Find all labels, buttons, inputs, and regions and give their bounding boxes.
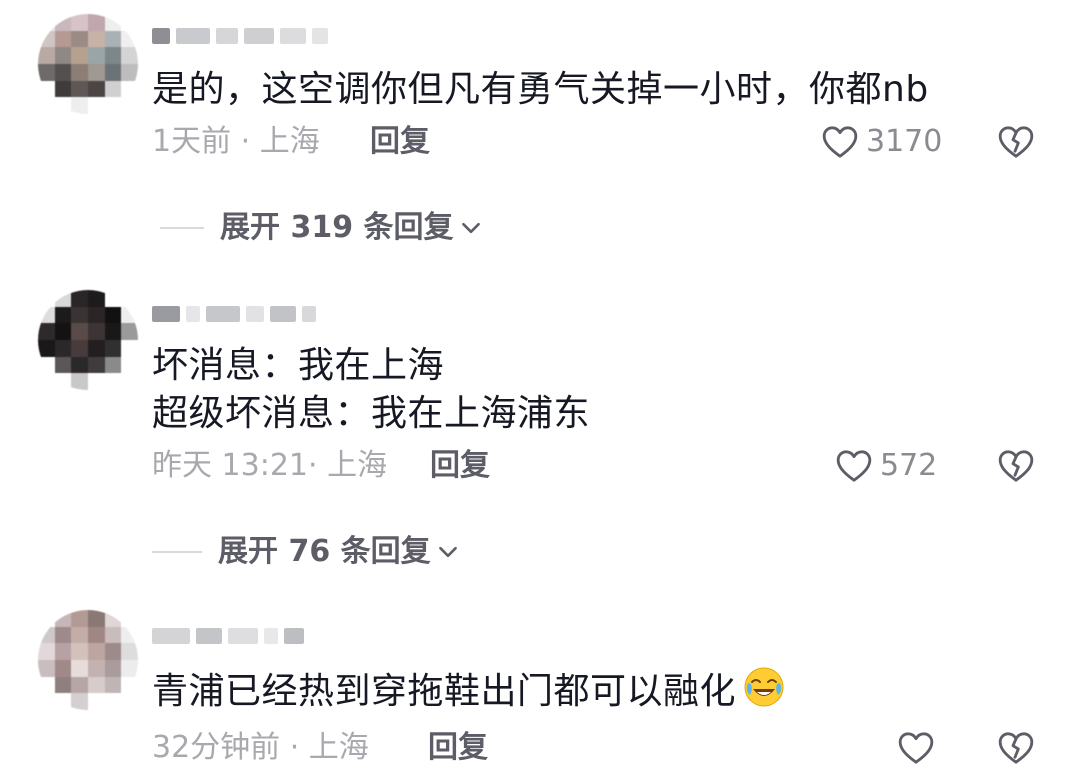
dislike-button[interactable]	[995, 446, 1037, 490]
like-button[interactable]: 3170	[820, 122, 942, 162]
broken-heart-icon	[998, 732, 1034, 764]
username-obscured[interactable]	[152, 622, 304, 650]
heart-outline-icon	[822, 126, 858, 158]
broken-heart-icon	[998, 126, 1034, 158]
avatar[interactable]	[38, 14, 138, 114]
reply-button[interactable]: 回复	[428, 728, 488, 768]
comment-meta: 32分钟前 · 上海	[152, 730, 369, 765]
reply-button[interactable]: 回复	[430, 446, 490, 486]
heart-outline-icon	[836, 450, 872, 482]
avatar[interactable]	[38, 290, 138, 390]
expand-replies-button[interactable]: 展开 76 条回复	[152, 532, 461, 572]
username-obscured[interactable]	[152, 300, 316, 328]
like-count: 3170	[866, 124, 943, 159]
comment-text: 是的，这空调你但凡有勇气关掉一小时，你都nb	[152, 69, 929, 110]
comment-text-content: 青浦已经热到穿拖鞋出门都可以融化	[152, 671, 737, 712]
chevron-down-icon	[461, 222, 480, 234]
avatar[interactable]	[38, 610, 138, 710]
like-button[interactable]: 572	[834, 446, 937, 486]
expand-replies-button[interactable]: 展开 319 条回复	[160, 208, 484, 248]
like-count: 572	[880, 448, 938, 483]
dislike-button[interactable]	[995, 122, 1037, 166]
expand-replies-label: 展开 319 条回复	[220, 210, 454, 245]
chevron-down-icon	[438, 546, 457, 558]
reply-button[interactable]: 回复	[370, 122, 430, 162]
comment-meta: 1天前 · 上海	[152, 124, 320, 159]
comment-text: 青浦已经热到穿拖鞋出门都可以融化	[152, 664, 786, 720]
broken-heart-icon	[998, 450, 1034, 482]
divider-line	[152, 551, 202, 553]
comment-text-line-2: 超级坏消息：我在上海浦东	[152, 393, 591, 434]
expand-replies-label: 展开 76 条回复	[218, 534, 431, 569]
heart-outline-icon	[898, 732, 934, 764]
like-button[interactable]	[896, 728, 942, 768]
laughing-crying-emoji-icon	[744, 667, 784, 707]
comment-meta: 昨天 13:21· 上海	[152, 448, 388, 483]
divider-line	[160, 227, 204, 229]
dislike-button[interactable]	[995, 728, 1037, 772]
username-obscured[interactable]	[152, 22, 328, 50]
